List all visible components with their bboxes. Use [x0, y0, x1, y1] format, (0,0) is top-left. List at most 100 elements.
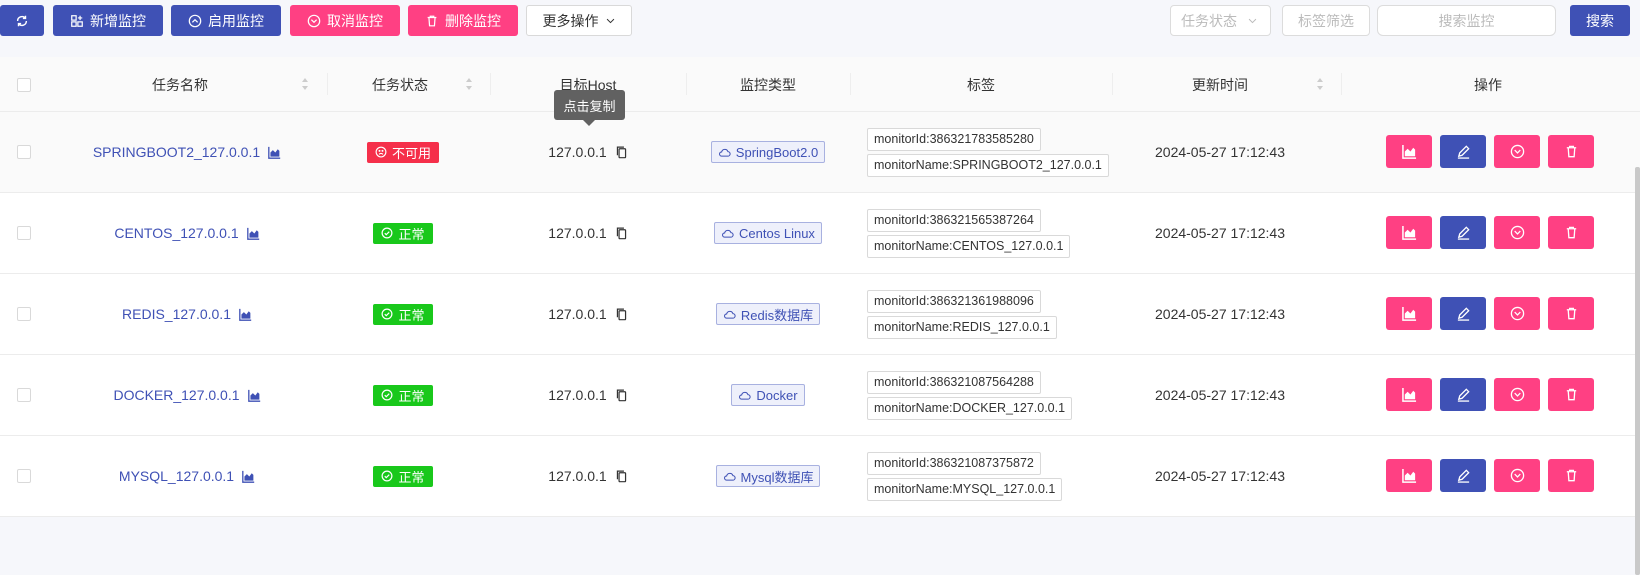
monitor-table: 任务名称 任务状态 目标Host 监控类型 标签 更新时间 操作 SPRINGB… — [0, 57, 1640, 575]
chevron-down-circle-icon — [307, 14, 321, 27]
chart-icon[interactable] — [242, 470, 255, 483]
table-row[interactable]: CENTOS_127.0.0.1 正常 127.0.0.1 Centos Lin… — [0, 193, 1640, 274]
task-name-link[interactable]: CENTOS_127.0.0.1 — [114, 225, 259, 241]
view-metrics-button[interactable] — [1386, 216, 1432, 249]
monitor-type-text: Docker — [756, 387, 798, 403]
sort-icon[interactable] — [1316, 77, 1324, 91]
chart-icon[interactable] — [246, 227, 260, 240]
column-header-updated[interactable]: 更新时间 — [1112, 57, 1328, 112]
task-name[interactable]: MYSQL_127.0.0.1 — [119, 468, 234, 484]
copy-icon[interactable] — [615, 469, 628, 483]
row-checkbox[interactable] — [17, 469, 31, 483]
task-name-link[interactable]: MYSQL_127.0.0.1 — [119, 468, 255, 484]
sort-icon[interactable] — [465, 77, 473, 91]
cancel-row-monitor-button[interactable] — [1494, 378, 1540, 411]
host-text: 127.0.0.1 — [548, 387, 607, 403]
delete-row-button[interactable] — [1548, 216, 1594, 249]
chart-icon[interactable] — [268, 146, 281, 159]
task-name-link[interactable]: REDIS_127.0.0.1 — [122, 306, 252, 322]
cancel-row-monitor-button[interactable] — [1494, 135, 1540, 168]
delete-row-button[interactable] — [1548, 297, 1594, 330]
task-name-cell: REDIS_127.0.0.1 — [50, 274, 324, 354]
copy-icon[interactable] — [615, 145, 628, 159]
tag-filter-button[interactable]: 标签筛选 — [1282, 5, 1370, 36]
search-button[interactable]: 搜索 — [1570, 5, 1630, 36]
trash-icon — [1566, 226, 1576, 239]
status-text: 正常 — [398, 226, 425, 242]
monitor-name-tag: monitorName:REDIS_127.0.0.1 — [867, 315, 1057, 339]
status-cell: 正常 — [330, 436, 476, 516]
monitor-name-tag: monitorName:SPRINGBOOT2_127.0.0.1 — [867, 153, 1109, 177]
task-name-link[interactable]: SPRINGBOOT2_127.0.0.1 — [93, 144, 281, 160]
edit-monitor-button[interactable] — [1440, 216, 1486, 249]
task-name-link[interactable]: DOCKER_127.0.0.1 — [113, 387, 260, 403]
enable-monitor-button[interactable]: 启用监控 — [171, 5, 281, 36]
copy-icon[interactable] — [615, 388, 628, 402]
cancel-row-monitor-button[interactable] — [1494, 297, 1540, 330]
delete-row-button[interactable] — [1548, 135, 1594, 168]
cloud-icon — [723, 310, 736, 319]
tags-cell: monitorId:386321087564288 monitorName:DO… — [867, 355, 1112, 435]
column-header-type: 监控类型 — [740, 76, 796, 93]
cancel-row-monitor-button[interactable] — [1494, 216, 1540, 249]
host-value[interactable]: 127.0.0.1 — [548, 144, 627, 160]
view-metrics-button[interactable] — [1386, 297, 1432, 330]
type-cell: SpringBoot2.0 — [686, 112, 850, 192]
status-badge: 正常 — [373, 465, 433, 487]
delete-row-button[interactable] — [1548, 378, 1594, 411]
column-header-actions: 操作 — [1474, 76, 1502, 93]
sort-icon[interactable] — [301, 77, 309, 91]
host-value[interactable]: 127.0.0.1 — [548, 225, 627, 241]
column-header-name[interactable]: 任务名称 — [50, 57, 310, 112]
row-checkbox[interactable] — [17, 226, 31, 240]
delete-monitor-button[interactable]: 删除监控 — [408, 5, 518, 36]
cancel-monitor-button[interactable]: 取消监控 — [290, 5, 400, 36]
status-cell: 不可用 — [330, 112, 476, 192]
task-name[interactable]: SPRINGBOOT2_127.0.0.1 — [93, 144, 260, 160]
more-actions-dropdown[interactable]: 更多操作 — [526, 5, 632, 36]
view-metrics-button[interactable] — [1386, 378, 1432, 411]
column-header-status[interactable]: 任务状态 — [330, 57, 470, 112]
table-row[interactable]: MYSQL_127.0.0.1 正常 127.0.0.1 Mysql数据库 mo… — [0, 436, 1640, 517]
edit-monitor-button[interactable] — [1440, 378, 1486, 411]
updated-time: 2024-05-27 17:12:43 — [1155, 144, 1285, 160]
cancel-row-monitor-button[interactable] — [1494, 459, 1540, 492]
chevron-down-icon — [606, 18, 614, 24]
row-checkbox[interactable] — [17, 307, 31, 321]
monitor-id-tag: monitorId:386321361988096 — [867, 289, 1041, 313]
task-name[interactable]: REDIS_127.0.0.1 — [122, 306, 231, 322]
host-value[interactable]: 127.0.0.1 — [548, 468, 627, 484]
row-checkbox[interactable] — [17, 388, 31, 402]
status-filter-select[interactable]: 任务状态 — [1170, 5, 1271, 36]
copy-icon[interactable] — [615, 307, 628, 321]
task-name[interactable]: CENTOS_127.0.0.1 — [114, 225, 238, 241]
pencil-icon — [1457, 388, 1470, 402]
column-header-tags: 标签 — [967, 76, 995, 93]
updated-cell: 2024-05-27 17:12:43 — [1112, 436, 1328, 516]
search-input[interactable] — [1377, 5, 1556, 36]
chevron-down-circle-icon — [1510, 306, 1524, 321]
vertical-scrollbar[interactable] — [1635, 167, 1640, 575]
table-row[interactable]: SPRINGBOOT2_127.0.0.1 不可用 127.0.0.1 Spri… — [0, 112, 1640, 193]
edit-monitor-button[interactable] — [1440, 459, 1486, 492]
toolbar: 新增监控 启用监控 取消监控 删除监控 更多操作 任务状态 标签筛选 搜索 — [0, 0, 1640, 42]
edit-monitor-button[interactable] — [1440, 297, 1486, 330]
row-checkbox[interactable] — [17, 145, 31, 159]
host-value[interactable]: 127.0.0.1 — [548, 306, 627, 322]
delete-row-button[interactable] — [1548, 459, 1594, 492]
host-value[interactable]: 127.0.0.1 — [548, 387, 627, 403]
task-name[interactable]: DOCKER_127.0.0.1 — [113, 387, 239, 403]
copy-icon[interactable] — [615, 226, 628, 240]
table-row[interactable]: REDIS_127.0.0.1 正常 127.0.0.1 Redis数据库 mo… — [0, 274, 1640, 355]
view-metrics-button[interactable] — [1386, 135, 1432, 168]
table-row[interactable]: DOCKER_127.0.0.1 正常 127.0.0.1 Docker mon… — [0, 355, 1640, 436]
updated-time: 2024-05-27 17:12:43 — [1155, 225, 1285, 241]
refresh-button[interactable] — [0, 5, 44, 36]
select-all-checkbox[interactable] — [17, 77, 31, 92]
chart-icon — [1401, 387, 1416, 402]
add-monitor-button[interactable]: 新增监控 — [53, 5, 163, 36]
view-metrics-button[interactable] — [1386, 459, 1432, 492]
chart-icon[interactable] — [247, 389, 261, 402]
edit-monitor-button[interactable] — [1440, 135, 1486, 168]
chart-icon[interactable] — [239, 308, 252, 321]
